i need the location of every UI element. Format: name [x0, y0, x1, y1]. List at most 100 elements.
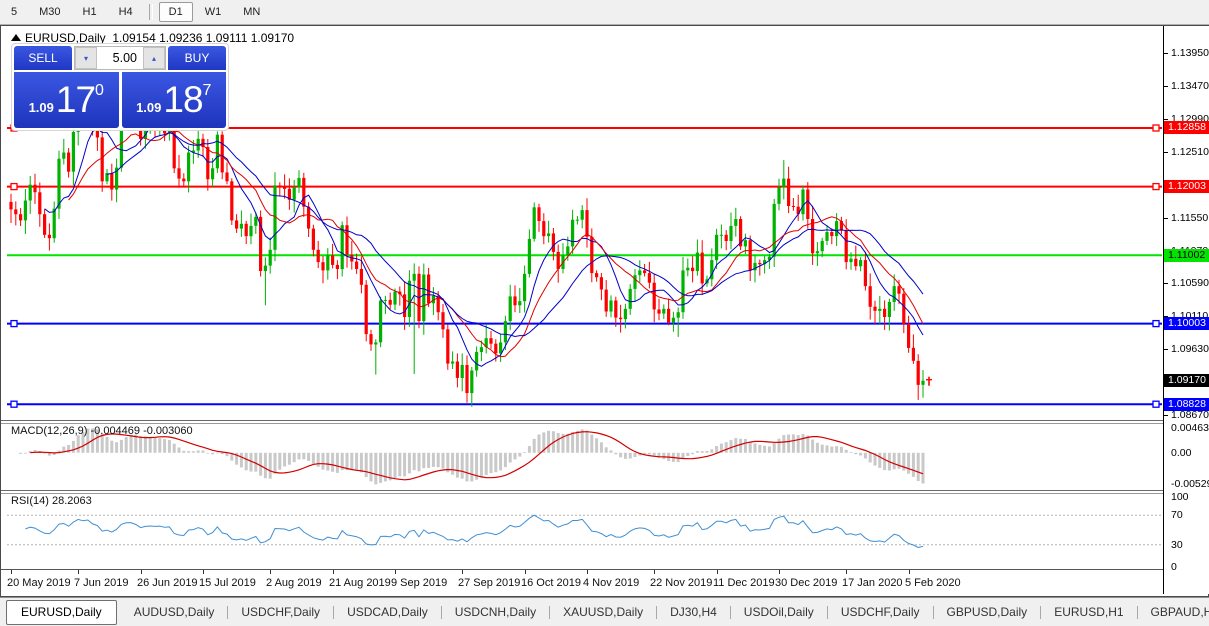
hline-price-badge: 1.11002	[1164, 249, 1209, 262]
macd-tick-label: 0.00463	[1171, 422, 1209, 434]
date-tick	[779, 570, 780, 574]
chart-tab-eurusd-h1[interactable]: EURUSD,H1	[1041, 600, 1136, 625]
ask-prefix: 1.09	[136, 99, 162, 115]
date-tick	[654, 570, 655, 574]
timeframe-button-5[interactable]: 5	[1, 2, 27, 22]
price-tick	[1164, 86, 1168, 87]
rsi-indicator-pane[interactable]: RSI(14) 28.2063	[7, 493, 1162, 569]
volume-input[interactable]: 5.00	[97, 47, 143, 69]
toolbar-separator	[148, 4, 153, 20]
date-tick	[203, 570, 204, 574]
timeframe-button-h1[interactable]: H1	[73, 2, 107, 22]
chart-tab-usdcnh-daily[interactable]: USDCNH,Daily	[442, 600, 549, 625]
volume-decrease-icon[interactable]: ▾	[75, 47, 97, 69]
hline-price-badge: 1.12858	[1164, 121, 1209, 134]
price-tick	[1164, 53, 1168, 54]
chart-tab-bar: EURUSD,Daily AUDUSD,Daily USDCHF,Daily USDC…	[0, 597, 1209, 626]
date-tick	[525, 570, 526, 574]
collapse-trade-panel-icon[interactable]	[11, 34, 21, 41]
current-price-badge: 1.09170	[1164, 374, 1209, 387]
timeframe-toolbar: 5 M30 H1 H4 D1 W1 MN	[0, 0, 1209, 25]
buy-button[interactable]: BUY	[168, 46, 226, 70]
price-axis[interactable]: 1.139501.134701.129901.125101.120301.115…	[1163, 26, 1209, 594]
chart-tab-eurusd-daily[interactable]: EURUSD,Daily	[6, 599, 117, 625]
date-tick	[846, 570, 847, 574]
one-click-trade-panel: SELL ▾ 5.00 ▴ BUY 1.09 17 0 1.09 18 7	[11, 43, 229, 131]
chart-window: EURUSD,Daily 1.09154 1.09236 1.09111 1.0…	[0, 25, 1209, 597]
price-tick	[1164, 218, 1168, 219]
chart-tab-dj30-h4[interactable]: DJ30,H4	[657, 600, 730, 625]
hline-price-badge: 1.08828	[1164, 398, 1209, 411]
date-tick-label: 20 May 2019	[7, 577, 71, 589]
chart-tab-audusd-daily[interactable]: AUDUSD,Daily	[121, 600, 228, 625]
chart-tab-usdchf-daily[interactable]: USDCHF,Daily	[228, 600, 333, 625]
price-tick-label: 1.10590	[1171, 277, 1209, 289]
price-tick-label: 1.12510	[1171, 146, 1209, 158]
timeframe-button-m30[interactable]: M30	[29, 2, 70, 22]
macd-indicator-pane[interactable]: MACD(12,26,9) -0.004469 -0.003060	[7, 423, 1162, 490]
rsi-tick-label: 70	[1171, 509, 1183, 521]
date-tick	[717, 570, 718, 574]
hline-price-badge: 1.12003	[1164, 180, 1209, 193]
rsi-tick-label: 30	[1171, 539, 1183, 551]
date-tick-label: 27 Sep 2019	[458, 577, 521, 589]
date-tick	[78, 570, 79, 574]
date-tick	[270, 570, 271, 574]
date-tick	[141, 570, 142, 574]
ask-big-digits: 18	[163, 79, 203, 120]
rsi-tick-label: 100	[1171, 491, 1189, 503]
timeframe-button-mn[interactable]: MN	[233, 2, 270, 22]
date-tick-label: 15 Jul 2019	[199, 577, 256, 589]
price-tick-label: 1.09630	[1171, 343, 1209, 355]
macd-tick-label: 0.00	[1171, 447, 1192, 459]
macd-tick-label: -0.005299	[1171, 478, 1209, 490]
date-tick-label: 11 Dec 2019	[713, 577, 775, 589]
rsi-canvas[interactable]	[7, 493, 1162, 567]
date-tick-label: 9 Sep 2019	[391, 577, 448, 589]
chart-tab-gbpaud-h1[interactable]: GBPAUD,H1	[1138, 600, 1209, 625]
price-tick	[1164, 152, 1168, 153]
timeframe-button-w1[interactable]: W1	[195, 2, 232, 22]
date-tick	[462, 570, 463, 574]
date-axis-line	[1, 569, 1206, 570]
bid-price-button[interactable]: 1.09 17 0	[14, 72, 119, 128]
price-tick-label: 1.13950	[1171, 47, 1209, 59]
hline-price-badge: 1.10003	[1164, 317, 1209, 330]
rsi-label: RSI(14) 28.2063	[11, 495, 92, 507]
ask-price-button[interactable]: 1.09 18 7	[121, 72, 226, 128]
bid-prefix: 1.09	[28, 99, 54, 115]
price-tick-label: 1.13470	[1171, 80, 1209, 92]
macd-label: MACD(12,26,9) -0.004469 -0.003060	[11, 425, 193, 437]
date-tick-label: 2 Aug 2019	[266, 577, 322, 589]
chart-tab-usdoil-daily[interactable]: USDOil,Daily	[731, 600, 827, 625]
timeframe-button-d1[interactable]: D1	[158, 2, 193, 22]
price-tick	[1164, 349, 1168, 350]
date-tick-label: 7 Jun 2019	[74, 577, 129, 589]
date-tick	[333, 570, 334, 574]
timeframe-button-h4[interactable]: H4	[109, 2, 143, 22]
price-tick-label: 1.11550	[1171, 212, 1209, 224]
rsi-tick-label: 0	[1171, 561, 1177, 573]
chart-tab-gbpusd-daily[interactable]: GBPUSD,Daily	[934, 600, 1041, 625]
date-tick-label: 21 Aug 2019	[329, 577, 391, 589]
bid-big-digits: 17	[55, 79, 96, 120]
date-tick	[909, 570, 910, 574]
chart-tab-usdchf-daily[interactable]: USDCHF,Daily	[828, 600, 933, 625]
date-tick-label: 22 Nov 2019	[650, 577, 713, 589]
date-tick-label: 5 Feb 2020	[905, 577, 961, 589]
price-tick	[1164, 415, 1168, 416]
volume-increase-icon[interactable]: ▴	[143, 47, 165, 69]
date-tick	[11, 570, 12, 574]
date-tick-label: 16 Oct 2019	[521, 577, 581, 589]
sell-button[interactable]: SELL	[14, 46, 72, 70]
date-tick-label: 26 Jun 2019	[137, 577, 198, 589]
date-tick-label: 30 Dec 2019	[775, 577, 838, 589]
price-tick	[1164, 119, 1168, 120]
chart-tab-usdcad-daily[interactable]: USDCAD,Daily	[334, 600, 441, 625]
chart-tab-xauusd-daily[interactable]: XAUUSD,Daily	[550, 600, 656, 625]
date-tick-label: 17 Jan 2020	[842, 577, 903, 589]
bid-pip-digit: 0	[95, 82, 104, 99]
date-tick-label: 4 Nov 2019	[583, 577, 640, 589]
date-tick	[395, 570, 396, 574]
ask-pip-digit: 7	[202, 82, 212, 99]
